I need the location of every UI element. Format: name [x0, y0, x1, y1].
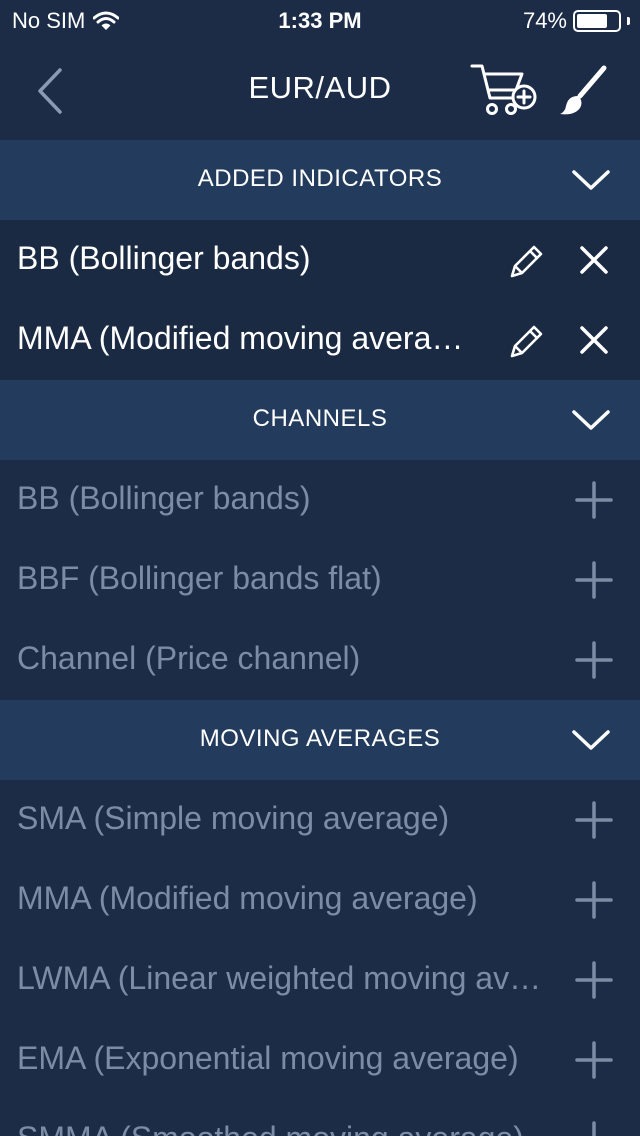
section-title: ADDED INDICATORS	[197, 165, 443, 192]
plus-icon[interactable]	[574, 640, 614, 680]
added-indicator-row[interactable]: MMA (Modified moving average)	[0, 300, 640, 380]
plus-icon[interactable]	[574, 480, 614, 520]
indicator-row[interactable]: BB (Bollinger bands)	[0, 460, 640, 540]
battery-tip	[627, 17, 630, 25]
indicator-label: MMA (Modified moving average)	[17, 320, 477, 356]
plus-icon[interactable]	[574, 560, 614, 600]
indicators-screen: No SIM 1:33 PM 74% EUR/AUD ADDED INDICAT…	[0, 0, 640, 1136]
battery-fill	[577, 14, 607, 28]
cart-add-icon[interactable]	[468, 60, 540, 120]
indicator-row[interactable]: Channel (Price channel)	[0, 620, 640, 700]
chevron-down-icon[interactable]	[570, 724, 612, 756]
indicator-row[interactable]: LWMA (Linear weighted moving average)	[0, 940, 640, 1020]
plus-icon[interactable]	[574, 960, 614, 1000]
close-icon[interactable]	[578, 244, 610, 276]
indicator-row[interactable]: BBF (Bollinger bands flat)	[0, 540, 640, 620]
section-title: CHANNELS	[252, 405, 388, 432]
brush-icon[interactable]	[556, 62, 612, 118]
plus-icon[interactable]	[574, 800, 614, 840]
plus-icon[interactable]	[574, 1120, 614, 1136]
section-header-moving-averages[interactable]: MOVING AVERAGES	[0, 700, 640, 780]
indicator-label: SMMA (Smoothed moving average)	[17, 1120, 557, 1136]
indicator-label: LWMA (Linear weighted moving average)	[17, 960, 557, 996]
added-indicator-row[interactable]: BB (Bollinger bands)	[0, 220, 640, 300]
indicator-row[interactable]: EMA (Exponential moving average)	[0, 1020, 640, 1100]
indicator-label: BB (Bollinger bands)	[17, 240, 311, 276]
indicator-label: Channel (Price channel)	[17, 640, 361, 676]
section-header-channels[interactable]: CHANNELS	[0, 380, 640, 460]
indicator-label: BB (Bollinger bands)	[17, 480, 311, 516]
section-title: MOVING AVERAGES	[199, 725, 441, 752]
indicator-row[interactable]: SMA (Simple moving average)	[0, 780, 640, 860]
status-bar: No SIM 1:33 PM 74%	[0, 0, 640, 40]
battery-icon	[573, 10, 621, 32]
page-title: EUR/AUD	[248, 70, 392, 105]
battery-percent: 74%	[522, 8, 567, 33]
indicator-row[interactable]: MMA (Modified moving average)	[0, 860, 640, 940]
close-icon[interactable]	[578, 324, 610, 356]
chevron-down-icon[interactable]	[570, 164, 612, 196]
status-right: 74%	[523, 8, 630, 34]
section-header-added-indicators[interactable]: ADDED INDICATORS	[0, 140, 640, 220]
indicator-label: EMA (Exponential moving average)	[17, 1040, 519, 1076]
indicator-label: BBF (Bollinger bands flat)	[17, 560, 382, 596]
pencil-icon[interactable]	[506, 242, 546, 282]
plus-icon[interactable]	[574, 880, 614, 920]
indicator-label: SMA (Simple moving average)	[17, 800, 450, 836]
plus-icon[interactable]	[574, 1040, 614, 1080]
indicator-label: MMA (Modified moving average)	[17, 880, 478, 916]
indicator-row[interactable]: SMMA (Smoothed moving average)	[0, 1100, 640, 1136]
nav-bar: EUR/AUD	[0, 40, 640, 140]
chevron-down-icon[interactable]	[570, 404, 612, 436]
pencil-icon[interactable]	[506, 322, 546, 362]
